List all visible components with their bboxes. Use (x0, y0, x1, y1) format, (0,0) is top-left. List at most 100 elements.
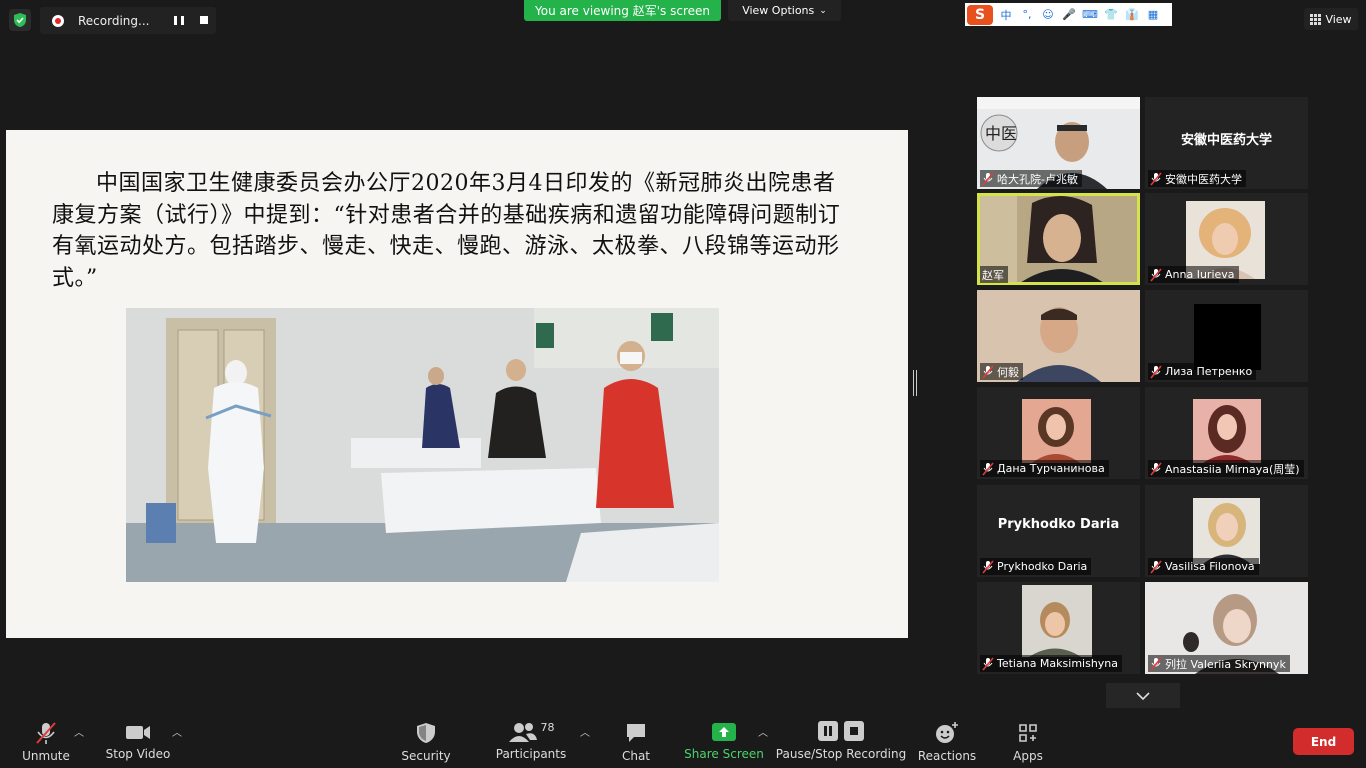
apps-label: Apps (1013, 749, 1043, 763)
participant-display-name: Prykhodko Daria (997, 517, 1120, 532)
participant-tile[interactable]: Vasilisa Filonova (1145, 485, 1308, 577)
participant-name: 列拉 Valeriia Skrynnyk (1165, 657, 1286, 671)
apps-button[interactable]: Apps (1006, 712, 1050, 768)
reactions-button[interactable]: Reactions (918, 712, 976, 768)
pause-stop-recording-button[interactable]: Pause/Stop Recording (776, 712, 906, 768)
participant-name-tag: Лиза Петренко (1148, 363, 1257, 380)
ime-chinese-mode-icon[interactable]: 中 (998, 7, 1014, 23)
participant-name-tag: Prykhodko Daria (980, 558, 1092, 575)
participant-tile[interactable]: 何毅 (977, 290, 1140, 382)
share-screen-button[interactable]: Share Screen (684, 712, 764, 768)
zoom-meeting-window: Recording... You are viewing 赵军's screen… (0, 0, 1366, 768)
sogou-logo-icon[interactable]: S (967, 4, 993, 25)
participant-name-tag: Anastasiia Mirnaya(周莹) (1148, 460, 1304, 477)
participant-name-tag: Tetiana Maksimishyna (980, 655, 1123, 672)
shield-icon (417, 723, 435, 743)
participant-name-tag: 列拉 Valeriia Skrynnyk (1148, 655, 1290, 672)
participant-tile[interactable]: Anna Iurieva (1145, 193, 1308, 285)
participant-tile-active-speaker[interactable]: 赵军 (977, 193, 1140, 285)
muted-mic-icon (982, 559, 994, 574)
stop-video-button[interactable]: Stop Video (104, 712, 172, 768)
muted-mic-icon (1150, 461, 1162, 476)
layout-view-button[interactable]: View (1304, 8, 1358, 30)
pause-icon (818, 721, 838, 741)
stop-recording-icon[interactable] (200, 16, 208, 24)
video-options-caret-icon[interactable]: ︿ (172, 724, 182, 739)
view-options-button[interactable]: View Options ⌄ (728, 0, 841, 21)
participant-name: 安徽中医药大学 (1165, 172, 1242, 186)
view-options-label: View Options (742, 4, 815, 17)
participant-name-tag: Vasilisa Filonova (1148, 558, 1259, 575)
ime-skin-icon[interactable]: 👔 (1124, 7, 1140, 23)
pause-recording-icon[interactable] (174, 16, 184, 25)
apps-icon (1019, 724, 1037, 742)
layout-view-label: View (1325, 12, 1352, 26)
stop-video-label: Stop Video (105, 747, 171, 761)
participant-tile[interactable]: Дана Турчанинова (977, 387, 1140, 479)
grid-icon (1310, 13, 1322, 25)
participant-name-tag: 哈大孔院-卢兆敏 (980, 170, 1082, 187)
recording-dot-icon (52, 14, 64, 27)
unmute-button[interactable]: Unmute (18, 712, 74, 768)
recording-label: Recording... (78, 13, 150, 28)
ime-punctuation-icon[interactable]: °, (1019, 7, 1035, 23)
security-label: Security (401, 749, 451, 763)
stop-icon (844, 721, 864, 741)
audio-options-caret-icon[interactable]: ︿ (74, 724, 84, 739)
security-button[interactable]: Security (398, 712, 454, 768)
participant-tile[interactable]: 列拉 Valeriia Skrynnyk (1145, 582, 1308, 674)
mic-muted-icon (36, 722, 56, 744)
participant-tile[interactable]: Лиза Петренко (1145, 290, 1308, 382)
participant-name: Anna Iurieva (1165, 268, 1235, 281)
participant-name-tag: 安徽中医药大学 (1148, 170, 1246, 187)
muted-mic-icon (982, 364, 994, 379)
muted-mic-icon (982, 461, 994, 476)
chevron-down-icon (1136, 691, 1150, 700)
participant-video-off (1194, 304, 1261, 370)
security-shield-icon[interactable] (9, 9, 31, 31)
recording-indicator: Recording... (40, 7, 216, 34)
participants-label: Participants (495, 747, 567, 761)
pause-stop-recording-label: Pause/Stop Recording (775, 747, 907, 761)
muted-mic-icon (1150, 364, 1162, 379)
chat-button[interactable]: Chat (612, 712, 660, 768)
participants-icon (508, 723, 537, 742)
participant-name: Vasilisa Filonova (1165, 560, 1255, 573)
participant-tile[interactable]: Prykhodko Daria Prykhodko Daria (977, 485, 1140, 577)
participant-name: Prykhodko Daria (997, 560, 1088, 573)
svg-text:中医: 中医 (985, 124, 1017, 143)
meeting-toolbar: Unmute ︿ Stop Video ︿ Security 78 Partic… (0, 712, 1366, 768)
slide-text: 中国国家卫生健康委员会办公厅2020年3月4日印发的《新冠肺炎出院患者康复方案（… (52, 171, 841, 291)
participant-name: Лиза Петренко (1165, 365, 1253, 378)
participant-tile[interactable]: Tetiana Maksimishyna (977, 582, 1140, 674)
ime-user-icon[interactable]: 👕 (1103, 7, 1119, 23)
participant-name-tag: Дана Турчанинова (980, 460, 1109, 477)
ime-voice-icon[interactable]: 🎤 (1061, 7, 1077, 23)
participants-count: 78 (540, 721, 555, 734)
share-screen-icon (712, 723, 736, 741)
share-options-caret-icon[interactable]: ︿ (758, 724, 768, 739)
hospital-ward-photo (126, 308, 719, 582)
end-meeting-button[interactable]: End (1293, 728, 1354, 755)
participant-name: Дана Турчанинова (997, 462, 1105, 475)
participant-tile[interactable]: Anastasiia Mirnaya(周莹) (1145, 387, 1308, 479)
participant-name: 赵军 (982, 268, 1004, 282)
video-camera-icon (126, 726, 150, 739)
reactions-label: Reactions (917, 749, 977, 763)
ime-toolbox-icon[interactable]: ▦ (1145, 7, 1161, 23)
muted-mic-icon (1150, 656, 1162, 671)
muted-mic-icon (982, 656, 994, 671)
participants-options-caret-icon[interactable]: ︿ (580, 724, 590, 739)
participant-display-name: 安徽中医药大学 (1180, 133, 1272, 148)
panel-resize-handle[interactable] (913, 370, 917, 396)
participant-name: 何毅 (997, 365, 1019, 379)
muted-mic-icon (1150, 267, 1162, 282)
chat-icon (627, 724, 645, 742)
participant-name-tag: Anna Iurieva (1148, 266, 1239, 283)
gallery-next-page-button[interactable] (1106, 683, 1180, 708)
participants-button[interactable]: 78 Participants (495, 712, 567, 768)
ime-keyboard-icon[interactable]: ⌨ (1082, 7, 1098, 23)
participant-tile[interactable]: 安徽中医药大学 安徽中医药大学 (1145, 97, 1308, 189)
participant-tile[interactable]: 中医 哈大孔院-卢兆敏 (977, 97, 1140, 189)
ime-emoji-icon[interactable]: ☺ (1040, 7, 1056, 23)
